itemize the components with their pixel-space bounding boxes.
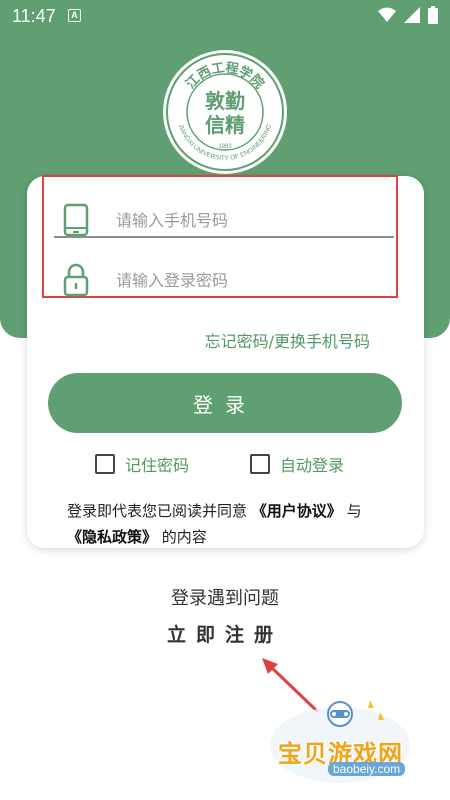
register-link[interactable]: 立即注册 <box>0 620 450 647</box>
status-bar: 11:47 A <box>0 0 450 32</box>
notification-icon: A <box>68 9 81 22</box>
privacy-policy-link[interactable]: 《隐私政策》 <box>67 528 157 546</box>
login-button[interactable]: 登录 <box>48 373 402 433</box>
university-emblem: 江西工程学院 JIANGXI UNIVERSITY OF ENGINEERING… <box>163 50 287 174</box>
auto-login-checkbox[interactable] <box>250 454 270 474</box>
agreement-text: 登录即代表您已阅读并同意 《用户协议》 与 《隐私政策》 的内容 <box>67 498 367 550</box>
lock-icon <box>56 260 96 300</box>
phone-input[interactable] <box>116 210 376 230</box>
phone-divider <box>54 236 394 238</box>
signal-icon <box>404 7 420 23</box>
remember-password-checkbox[interactable] <box>95 454 115 474</box>
password-input[interactable] <box>116 270 376 290</box>
remember-password-label: 记住密码 <box>125 456 190 475</box>
emblem-center-top: 敦勤 <box>205 89 245 113</box>
auto-login-label: 自动登录 <box>280 456 345 475</box>
user-agreement-link[interactable]: 《用户协议》 <box>252 502 342 520</box>
agreement-suffix: 的内容 <box>161 528 207 546</box>
login-problem-link[interactable]: 登录遇到问题 <box>0 584 450 610</box>
agreement-and: 与 <box>346 502 362 520</box>
watermark-url: baobeiy.com <box>328 762 406 776</box>
phone-icon <box>56 200 96 240</box>
emblem-center-bottom: 信精 <box>205 113 245 137</box>
agreement-prefix: 登录即代表您已阅读并同意 <box>67 502 248 520</box>
wifi-icon <box>378 7 396 22</box>
battery-icon <box>428 6 438 24</box>
remember-password-option[interactable]: 记住密码 <box>95 452 189 476</box>
forgot-password-link[interactable]: 忘记密码/更换手机号码 <box>205 328 370 352</box>
status-time: 11:47 <box>12 6 56 26</box>
status-icons <box>378 6 438 24</box>
auto-login-option[interactable]: 自动登录 <box>250 452 344 476</box>
emblem-year: 1983 <box>218 144 232 150</box>
password-field[interactable] <box>56 255 396 305</box>
